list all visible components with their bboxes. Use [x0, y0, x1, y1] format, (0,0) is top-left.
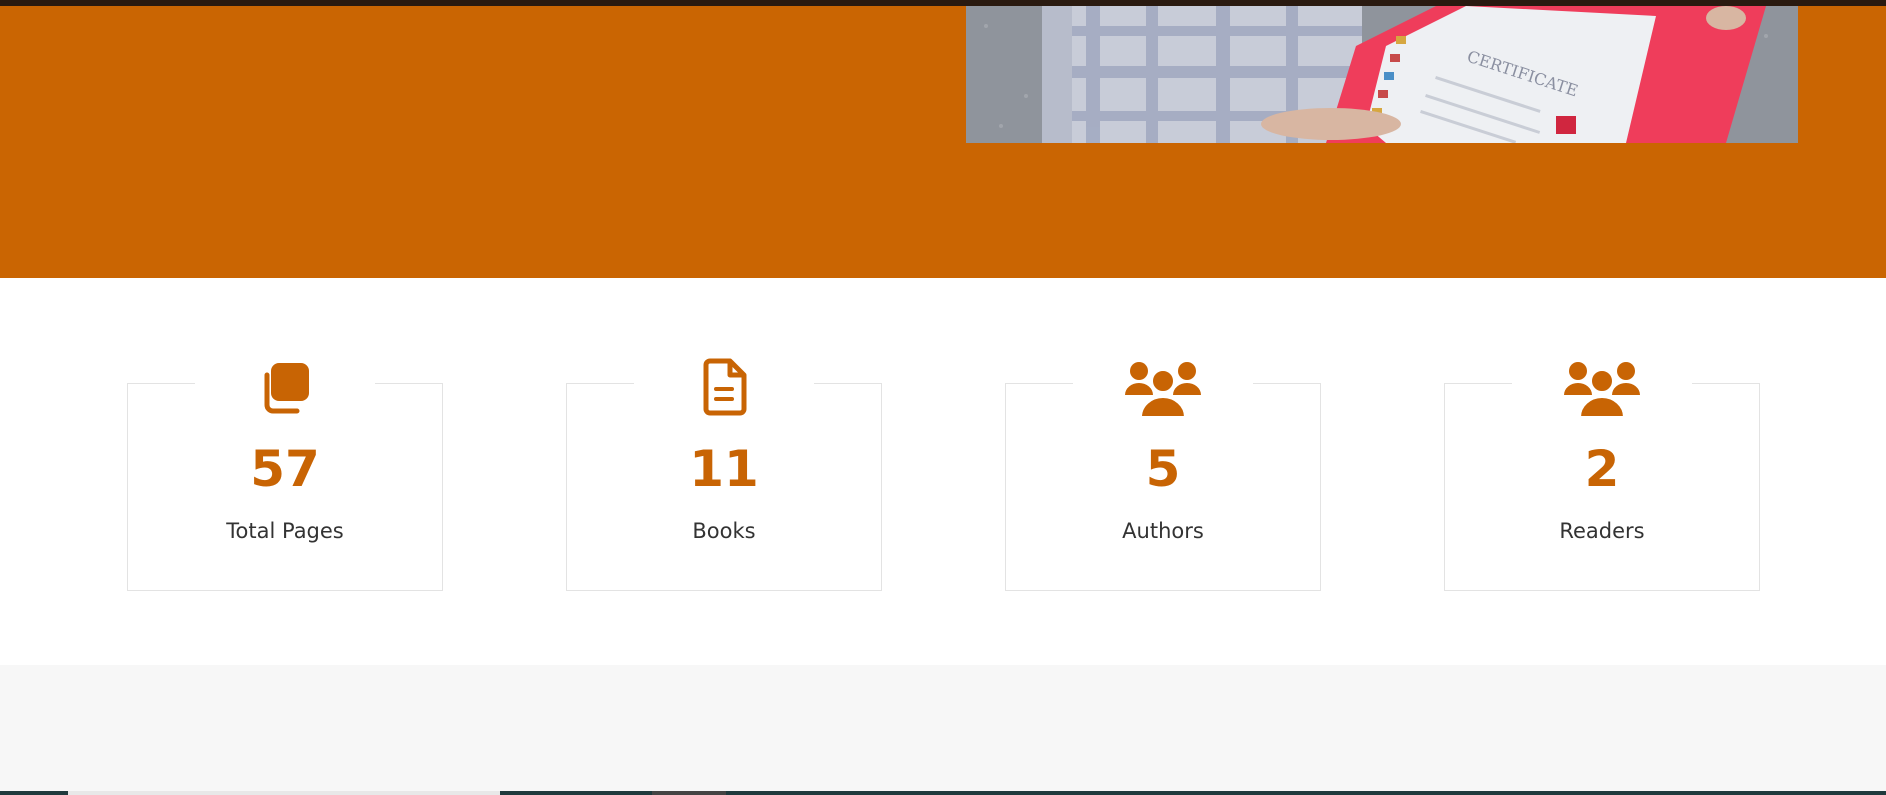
hero-photo-certificate: CERTIFICATE — [966, 6, 1798, 143]
stat-count: 57 — [250, 440, 320, 498]
stat-card-total-pages: 57 Total Pages — [127, 354, 443, 591]
bottom-bar — [0, 791, 1886, 795]
stat-label: Total Pages — [226, 519, 344, 543]
stat-label: Books — [692, 519, 756, 543]
document-icon — [634, 354, 814, 420]
users-icon — [1512, 354, 1692, 420]
copy-icon — [195, 354, 375, 420]
stat-label: Readers — [1559, 519, 1645, 543]
stat-card-readers: 2 Readers — [1444, 354, 1760, 591]
stat-count: 11 — [689, 440, 759, 498]
bottom-bar-segment — [68, 791, 500, 795]
stat-label: Authors — [1122, 519, 1204, 543]
stat-count: 5 — [1145, 440, 1181, 498]
stat-count: 2 — [1584, 440, 1620, 498]
stat-card-books: 11 Books — [566, 354, 882, 591]
stats-section: 57 Total Pages 11 Books 5 Authors 2 Read… — [0, 278, 1886, 665]
next-section — [0, 665, 1886, 791]
users-icon — [1073, 354, 1253, 420]
bottom-bar-segment — [652, 791, 726, 795]
stat-card-authors: 5 Authors — [1005, 354, 1321, 591]
